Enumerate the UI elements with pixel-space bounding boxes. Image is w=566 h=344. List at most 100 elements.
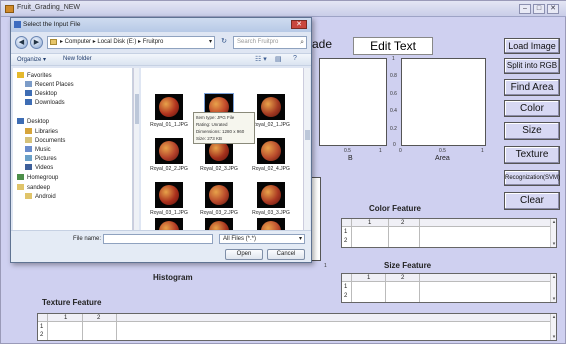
file-item[interactable]: Royal_03_3.JPG xyxy=(249,182,293,222)
file-name: Royal_03_3.JPG xyxy=(252,210,290,216)
texture-button[interactable]: Texture xyxy=(504,146,560,164)
file-name: Royal_01_1.JPG xyxy=(150,122,188,128)
close-window-button[interactable]: ✕ xyxy=(547,4,559,14)
star-icon xyxy=(17,72,24,78)
nav-item-android[interactable]: Android xyxy=(25,193,56,200)
load-image-button[interactable]: Load Image xyxy=(504,38,560,54)
row-header-1: 1 xyxy=(344,229,348,235)
file-thumbnail xyxy=(257,94,285,120)
forward-button[interactable]: ▶ xyxy=(30,36,43,49)
size-feature-label: Size Feature xyxy=(384,261,432,270)
file-thumbnail xyxy=(257,182,285,208)
nav-item-label: Libraries xyxy=(35,129,59,135)
organize-menu[interactable]: Organize ▾ xyxy=(17,56,46,63)
axes-b xyxy=(319,58,387,146)
nav-item-homegroup[interactable]: Homegroup xyxy=(17,174,58,181)
nav-item-label: Homegroup xyxy=(27,175,59,181)
file-item[interactable]: Royal_03_2.JPG xyxy=(197,182,241,222)
row-header-1: 1 xyxy=(40,324,44,330)
file-item[interactable]: Royal_02_4.JPG xyxy=(249,138,293,178)
file-name: Royal_03_2.JPG xyxy=(200,210,238,216)
scroll-down-icon[interactable]: ▾ xyxy=(551,334,557,340)
nav-item-music[interactable]: Music xyxy=(25,146,51,153)
nav-item-pictures[interactable]: Pictures xyxy=(25,155,57,162)
preview-pane-icon[interactable]: ▤ xyxy=(275,55,282,63)
search-input[interactable]: Search Fruitpro ⌕ xyxy=(233,36,307,49)
size-button[interactable]: Size xyxy=(504,122,560,140)
file-list-scrollbar[interactable] xyxy=(303,68,310,230)
back-button[interactable]: ◀ xyxy=(15,36,28,49)
scroll-down-icon[interactable]: ▾ xyxy=(551,296,557,302)
find-area-button[interactable]: Find Area xyxy=(504,79,560,96)
column-header-1: 1 xyxy=(64,315,68,321)
downloads-icon xyxy=(25,99,32,105)
nav-item-downloads[interactable]: Downloads xyxy=(25,99,65,106)
nav-item-label: Documents xyxy=(35,138,66,144)
nav-item-videos[interactable]: Videos xyxy=(25,164,53,171)
file-item[interactable]: Royal_02_1.JPG xyxy=(249,94,293,134)
minimize-button[interactable]: – xyxy=(519,4,531,14)
scroll-up-icon[interactable]: ▴ xyxy=(551,219,557,225)
edit-text-field[interactable]: Edit Text xyxy=(353,37,433,55)
nav-item-desktop[interactable]: Desktop xyxy=(17,118,49,125)
column-header-2: 2 xyxy=(401,275,405,281)
address-bar[interactable]: ▸ Computer ▸ Local Disk (E:) ▸ Fruitpro … xyxy=(47,36,215,49)
file-item[interactable]: Royal_03_1.JPG xyxy=(147,182,191,222)
file-item[interactable]: Royal_04_2.JPG xyxy=(197,218,241,230)
apple-image xyxy=(159,221,179,230)
table-scrollbar[interactable]: ▴ ▾ xyxy=(550,314,556,340)
dialog-close-button[interactable]: ✕ xyxy=(291,20,307,29)
table-scrollbar[interactable]: ▴ ▾ xyxy=(550,219,556,247)
cancel-button[interactable]: Cancel xyxy=(267,249,305,260)
navigation-scrollbar[interactable] xyxy=(133,68,139,230)
nav-item-documents[interactable]: Documents xyxy=(25,137,65,144)
histogram-label: Histogram xyxy=(153,273,193,282)
file-info-tooltip: Item type: JPG File Rating: Unrated Dime… xyxy=(193,112,255,144)
file-thumbnail xyxy=(205,182,233,208)
recent-places-icon xyxy=(25,81,32,87)
nav-item-label: Recent Places xyxy=(35,82,74,88)
color-feature-table: 1 2 1 2 ▴ ▾ xyxy=(341,218,557,248)
file-thumbnail xyxy=(155,182,183,208)
address-dropdown-icon[interactable]: ▾ xyxy=(209,37,212,48)
nav-item-sandeep[interactable]: sandeep xyxy=(17,184,50,191)
desktop-icon xyxy=(17,118,24,124)
folder-icon xyxy=(50,39,57,45)
texture-feature-table: 1 2 1 2 ▴ ▾ xyxy=(37,313,557,341)
scroll-down-icon[interactable]: ▾ xyxy=(551,241,557,247)
refresh-icon[interactable]: ↻ xyxy=(217,36,231,49)
help-icon[interactable]: ? xyxy=(293,55,297,62)
nav-item-desktop[interactable]: Desktop xyxy=(25,90,57,97)
scroll-up-icon[interactable]: ▴ xyxy=(551,314,557,320)
clear-button[interactable]: Clear xyxy=(504,192,560,210)
maximize-button[interactable]: □ xyxy=(533,4,545,14)
apple-image xyxy=(209,185,229,205)
recognization-svm-button[interactable]: Recognization(SVM) xyxy=(504,170,560,186)
row-header-2: 2 xyxy=(40,332,44,338)
nav-item-label: sandeep xyxy=(27,185,51,191)
file-item[interactable]: Royal_02_2.JPG xyxy=(147,138,191,178)
file-thumbnail xyxy=(155,138,183,164)
file-type-value: All Files (*.*) xyxy=(223,236,257,242)
tooltip-item-type: Item type: JPG File xyxy=(196,115,235,120)
matlab-figure-icon xyxy=(5,5,14,13)
nav-item-libraries[interactable]: Libraries xyxy=(25,128,58,135)
file-name-input[interactable] xyxy=(103,234,213,244)
address-row: ◀ ▶ ▸ Computer ▸ Local Disk (E:) ▸ Fruit… xyxy=(15,35,309,51)
nav-item-favorites[interactable]: Favorites xyxy=(17,72,52,79)
table-scrollbar[interactable]: ▴ ▾ xyxy=(550,274,556,302)
scroll-up-icon[interactable]: ▴ xyxy=(551,274,557,280)
file-type-select[interactable]: All Files (*.*) ▾ xyxy=(219,234,305,244)
column-header-2: 2 xyxy=(401,220,405,226)
file-item[interactable]: Royal_04_3.JPG xyxy=(249,218,293,230)
file-name-label: File name: xyxy=(73,236,102,242)
open-button[interactable]: Open xyxy=(225,249,263,260)
new-folder-button[interactable]: New folder xyxy=(63,56,92,62)
nav-item-recent-places[interactable]: Recent Places xyxy=(25,81,74,88)
file-item[interactable]: Royal_01_1.JPG xyxy=(147,94,191,134)
file-item[interactable]: Royal_04_1.JPG xyxy=(147,218,191,230)
change-view-icon[interactable]: ☷ ▾ xyxy=(255,55,267,63)
file-item[interactable]: Royal_02_3.JPG xyxy=(197,138,241,178)
split-into-rgb-button[interactable]: Split into RGB xyxy=(504,58,560,74)
color-button[interactable]: Color xyxy=(504,100,560,117)
